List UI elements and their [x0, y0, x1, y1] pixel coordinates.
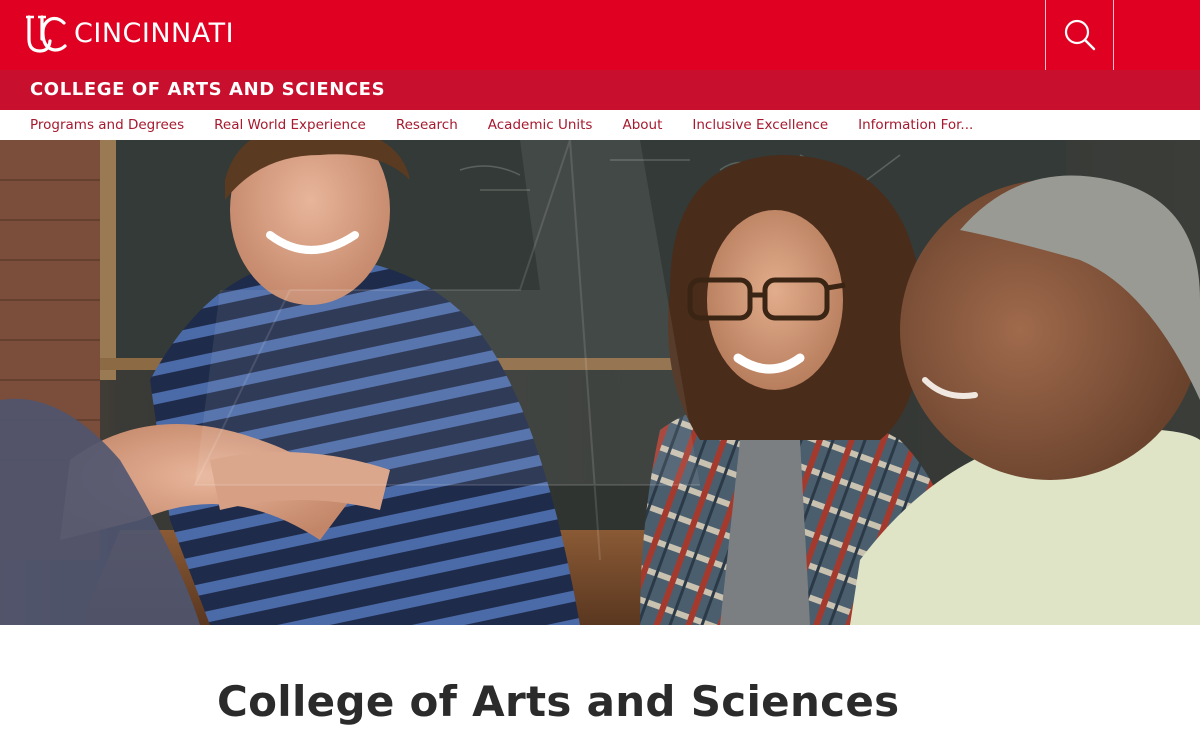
nav-item-real-world-experience[interactable]: Real World Experience — [214, 110, 366, 140]
nav-item-information-for[interactable]: Information For... — [858, 110, 973, 140]
page-title: College of Arts and Sciences — [217, 677, 900, 726]
nav-item-academic-units[interactable]: Academic Units — [488, 110, 593, 140]
main-navigation: Programs and Degrees Real World Experien… — [0, 110, 1200, 140]
uc-logo-link[interactable]: CINCINNATI — [24, 13, 234, 55]
nav-item-about[interactable]: About — [622, 110, 662, 140]
hero-photo — [0, 140, 1200, 625]
nav-item-programs-and-degrees[interactable]: Programs and Degrees — [30, 110, 184, 140]
uc-logo-icon — [26, 15, 67, 53]
logo-wordmark: CINCINNATI — [74, 18, 235, 49]
nav-item-inclusive-excellence[interactable]: Inclusive Excellence — [692, 110, 828, 140]
search-icon — [1064, 19, 1095, 51]
college-name-link[interactable]: COLLEGE OF ARTS AND SCIENCES — [30, 70, 385, 110]
top-header-bar: CINCINNATI — [0, 0, 1200, 70]
nav-item-research[interactable]: Research — [396, 110, 458, 140]
search-button[interactable] — [1045, 0, 1114, 70]
hero-image — [0, 140, 1200, 625]
college-bar: COLLEGE OF ARTS AND SCIENCES — [0, 70, 1200, 110]
